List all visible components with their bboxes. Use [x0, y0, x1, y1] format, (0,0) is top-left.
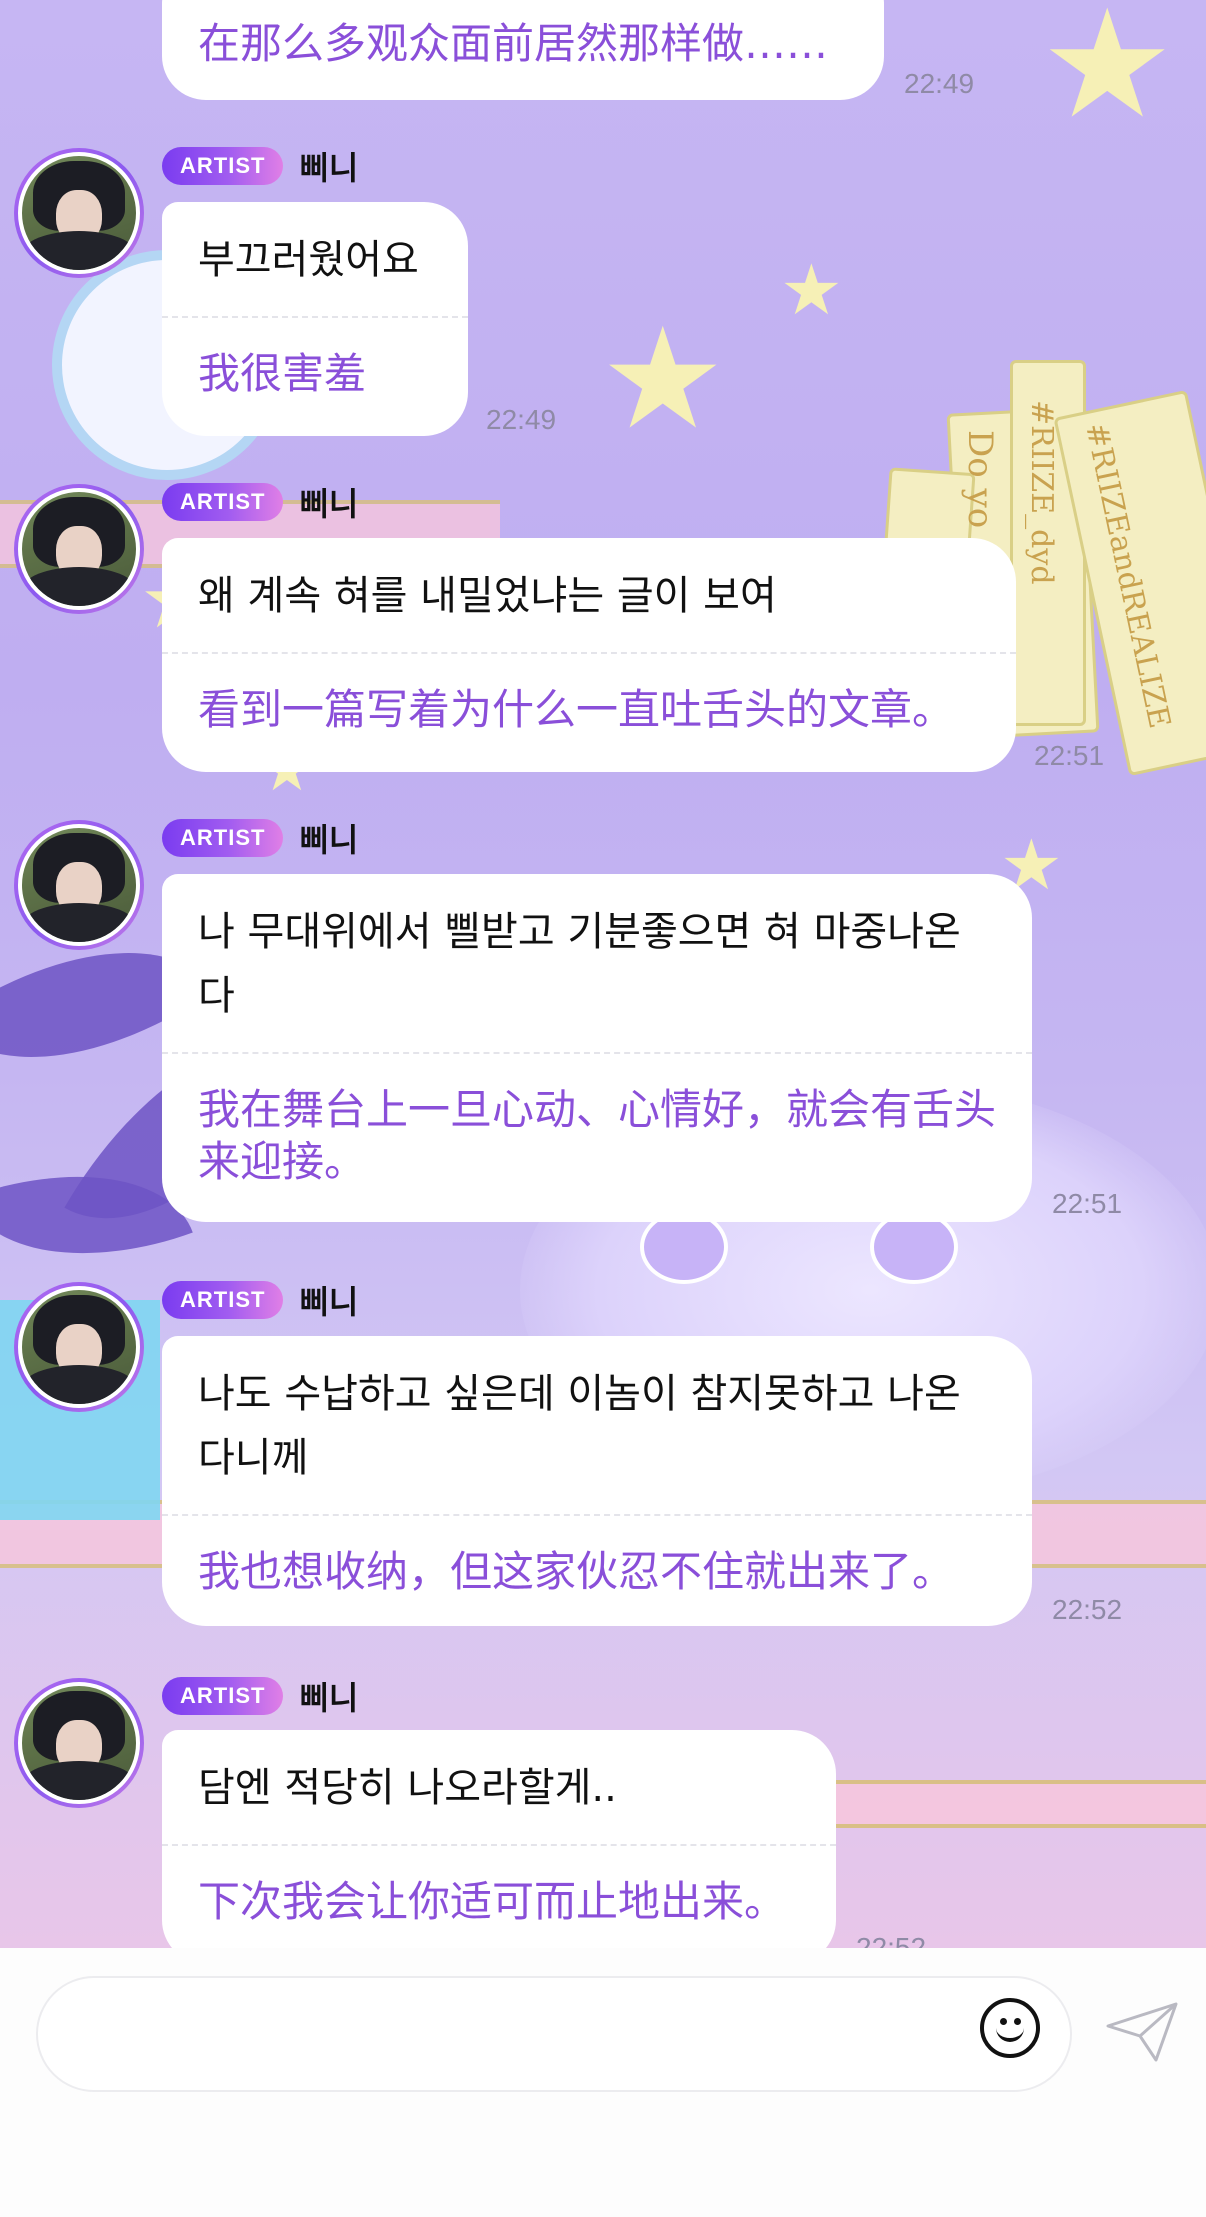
smiley-face-icon[interactable] [980, 1998, 1040, 2058]
artist-badge: ARTIST [162, 1281, 284, 1319]
artist-badge: ARTIST [162, 819, 284, 857]
star-decoration: ★ [1040, 0, 1175, 152]
sender-name: 삐니 [299, 1283, 359, 1321]
korean-text: 담엔 적당히 나오라할게.. [198, 1765, 617, 1811]
sender-name: 삐니 [299, 1679, 359, 1717]
translation-text: 下次我会让你适可而止地出来。 [198, 1877, 787, 1926]
sender-name: 삐니 [299, 821, 359, 859]
avatar-photo [18, 824, 140, 946]
translation-text: 看到一篇写着为什么一直吐舌头的文章。 [198, 685, 955, 734]
star-decoration: ★ [780, 249, 843, 331]
artist-avatar[interactable] [14, 1282, 144, 1412]
korean-text: 나 무대위에서 삘받고 기분좋으면 혀 마중나온다 [198, 909, 961, 1019]
translation-text: 在那么多观众面前居然那样做…… [198, 19, 829, 68]
message-bubble[interactable]: 왜 계속 혀를 내밀었냐는 글이 보여 看到一篇写着为什么一直吐舌头的文章。 [162, 538, 1016, 772]
artist-avatar[interactable] [14, 1678, 144, 1808]
chat-area[interactable]: ★ ★ ★ ★ ★ ★ Do yo #RIIZE_dyd #RIIZEandRE… [0, 0, 1206, 1948]
artist-avatar[interactable] [14, 820, 144, 950]
message-time: 22:52 [856, 1932, 927, 1948]
korean-text: 왜 계속 혀를 내밀었냐는 글이 보여 [198, 573, 777, 619]
artist-avatar[interactable] [14, 148, 144, 278]
message-time: 22:51 [1034, 740, 1105, 771]
paper-plane-icon[interactable] [1104, 2000, 1180, 2064]
sender-row: ARTIST 삐니 [162, 482, 359, 523]
message-time: 22:49 [486, 404, 557, 435]
translation-text: 我很害羞 [198, 349, 367, 398]
message-bubble[interactable]: 부끄러웠어요 我很害羞 [162, 202, 468, 436]
artist-badge: ARTIST [162, 483, 284, 521]
sender-row: ARTIST 삐니 [162, 146, 359, 187]
sender-name: 삐니 [299, 485, 359, 523]
message-input[interactable] [36, 1976, 1072, 2092]
message-bubble[interactable]: 담엔 적당히 나오라할게.. 下次我会让你适可而止地出来。 [162, 1730, 836, 1948]
message-time: 22:51 [1052, 1188, 1123, 1219]
message-bubble[interactable]: 在那么多观众面前居然那样做…… [162, 0, 884, 100]
avatar-photo [18, 152, 140, 274]
message-time: 22:52 [1052, 1594, 1123, 1625]
korean-text: 나도 수납하고 싶은데 이놈이 참지못하고 나온다니께 [198, 1371, 961, 1481]
translation-text: 我也想收纳，但这家伙忍不住就出来了。 [198, 1547, 955, 1596]
message-time: 22:49 [904, 68, 975, 99]
book-spine-label: #RIIZE_dyd [1024, 400, 1059, 585]
message-bubble[interactable]: 나도 수납하고 싶은데 이놈이 참지못하고 나온다니께 我也想收纳，但这家伙忍不… [162, 1336, 1032, 1626]
artist-badge: ARTIST [162, 1677, 284, 1715]
artist-avatar[interactable] [14, 484, 144, 614]
avatar-photo [18, 488, 140, 610]
korean-text: 부끄러웠어요 [198, 237, 419, 283]
message-bubble[interactable]: 나 무대위에서 삘받고 기분좋으면 혀 마중나온다 我在舞台上一旦心动、心情好，… [162, 874, 1032, 1222]
avatar-photo [18, 1286, 140, 1408]
translation-text: 我在舞台上一旦心动、心情好，就会有舌头来迎接。 [198, 1085, 997, 1186]
avatar-photo [18, 1682, 140, 1804]
sender-row: ARTIST 삐니 [162, 818, 359, 859]
sender-name: 삐니 [299, 149, 359, 187]
star-decoration: ★ [600, 298, 726, 461]
book-spine-label: Do yo [960, 430, 1000, 529]
sender-row: ARTIST 삐니 [162, 1676, 359, 1717]
artist-badge: ARTIST [162, 147, 284, 185]
sender-row: ARTIST 삐니 [162, 1280, 359, 1321]
message-input-bar [0, 1948, 1206, 2217]
